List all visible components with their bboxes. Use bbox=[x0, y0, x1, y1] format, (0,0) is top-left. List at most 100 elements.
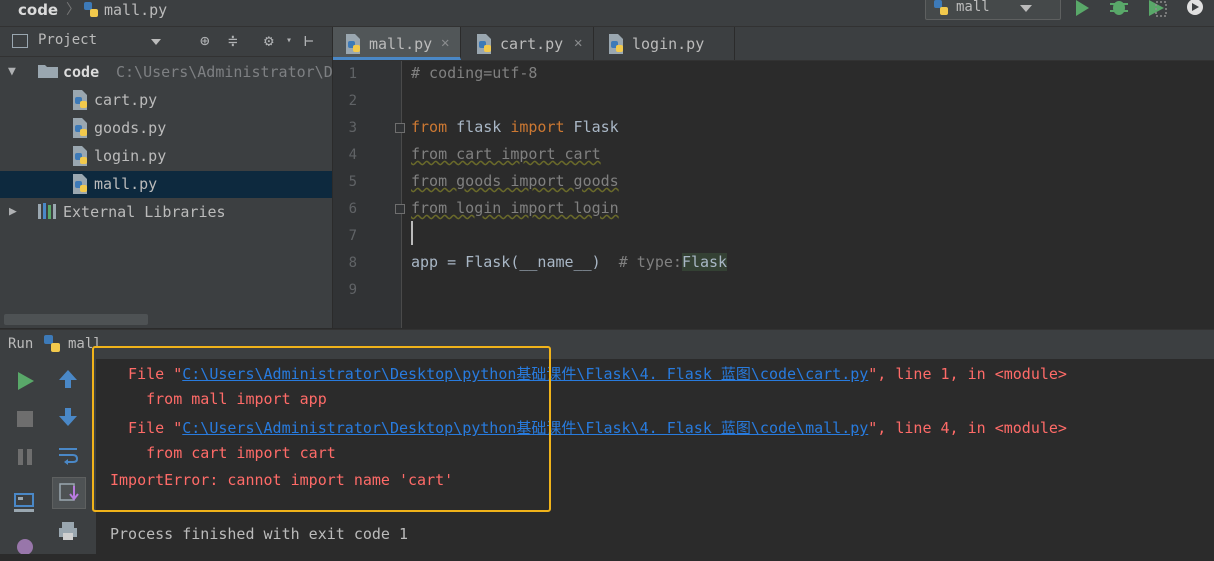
run-configuration-select[interactable]: mall bbox=[925, 0, 1061, 20]
tree-item-mall[interactable]: mall.py bbox=[0, 171, 332, 198]
chevron-down-icon[interactable] bbox=[151, 39, 161, 45]
folder-icon bbox=[37, 63, 58, 79]
code-line-5: from goods import goods bbox=[411, 172, 619, 190]
coverage-icon[interactable] bbox=[1146, 0, 1168, 20]
close-icon[interactable]: ✕ bbox=[574, 35, 582, 51]
console-text: ", line 1, in <module> bbox=[868, 365, 1067, 383]
file-name: mall.py bbox=[94, 175, 158, 193]
external-libraries-label: External Libraries bbox=[63, 203, 226, 221]
tree-root-code[interactable]: ▼ code C:\Users\Administrator\D bbox=[0, 59, 333, 86]
python-file-icon bbox=[343, 33, 363, 59]
code-line-6: from login import login bbox=[411, 199, 619, 217]
tab-mall-py[interactable]: mall.py ✕ bbox=[333, 27, 461, 60]
fold-marker-icon[interactable] bbox=[395, 204, 405, 214]
python-file-icon bbox=[82, 1, 100, 23]
line-number-gutter: 1 2 3 4 5 6 7 8 9 bbox=[333, 61, 402, 328]
root-folder-path: C:\Users\Administrator\D bbox=[116, 63, 333, 81]
line-number: 5 bbox=[348, 174, 357, 190]
restore-layout-icon[interactable] bbox=[11, 489, 37, 515]
rerun-icon[interactable] bbox=[13, 369, 39, 395]
profile-icon[interactable] bbox=[1184, 0, 1206, 20]
python-file-icon bbox=[70, 173, 90, 195]
console-text: ", line 4, in <module> bbox=[868, 419, 1067, 437]
import-name: Flask bbox=[564, 118, 619, 136]
line-number: 7 bbox=[348, 228, 357, 244]
tree-item-cart[interactable]: cart.py bbox=[0, 87, 332, 114]
scroll-up-icon[interactable] bbox=[56, 367, 82, 393]
keyword: from bbox=[411, 118, 448, 136]
hide-panel-icon[interactable]: ⊢ bbox=[304, 32, 314, 50]
chevron-down-icon bbox=[1020, 5, 1032, 12]
horizontal-scrollbar[interactable] bbox=[4, 314, 148, 325]
file-name: goods.py bbox=[94, 119, 167, 137]
console-exit-line: Process finished with exit code 1 bbox=[110, 525, 409, 543]
line-number: 8 bbox=[348, 255, 357, 271]
run-configuration-label: mall bbox=[956, 0, 990, 15]
line-number: 9 bbox=[348, 282, 357, 298]
code-editor[interactable]: 1 2 3 4 5 6 7 8 9 # coding=utf-8 from fl… bbox=[333, 61, 1214, 328]
stop-icon[interactable] bbox=[13, 407, 39, 433]
print-icon[interactable] bbox=[56, 519, 82, 545]
expand-arrow-icon[interactable]: ▶ bbox=[9, 204, 17, 219]
module-name: flask bbox=[447, 118, 511, 136]
project-header: Project ⊕ ≑ ⚙ ▾ ⊢ bbox=[0, 27, 332, 57]
highlight-annotation-box bbox=[92, 346, 551, 512]
keyword: import bbox=[510, 118, 565, 136]
soft-wrap-icon[interactable] bbox=[56, 443, 82, 469]
python-file-icon bbox=[70, 89, 90, 111]
collapse-all-icon[interactable]: ≑ bbox=[228, 32, 238, 50]
tab-cart-py[interactable]: cart.py ✕ bbox=[462, 27, 594, 60]
scroll-to-end-icon[interactable] bbox=[52, 477, 86, 509]
tab-label: cart.py bbox=[500, 35, 564, 53]
tab-label: login.py bbox=[632, 35, 705, 53]
breadcrumb-separator: 〉 bbox=[66, 2, 80, 18]
close-icon[interactable]: ✕ bbox=[441, 35, 449, 51]
code-line-1: # coding=utf-8 bbox=[411, 64, 538, 82]
code-text: app = Flask(__name__) bbox=[411, 253, 619, 271]
gear-icon[interactable]: ⚙ bbox=[264, 32, 274, 50]
run-icon[interactable] bbox=[1072, 0, 1094, 20]
project-view-label[interactable]: Project bbox=[38, 32, 97, 48]
run-panel-label: Run bbox=[8, 336, 34, 352]
tree-item-external-libraries[interactable]: ▶ External Libraries bbox=[0, 199, 332, 226]
tree-item-login[interactable]: login.py bbox=[0, 143, 332, 170]
editor-tab-bar: mall.py ✕ cart.py ✕ login.py bbox=[333, 27, 1214, 61]
line-number: 1 bbox=[348, 66, 357, 82]
python-file-icon bbox=[70, 145, 90, 167]
text-caret bbox=[411, 221, 413, 245]
chevron-down-icon[interactable]: ▾ bbox=[286, 32, 292, 50]
python-config-icon bbox=[932, 0, 950, 21]
type-hint-comment: # type: bbox=[618, 253, 682, 271]
root-folder-name: code bbox=[63, 63, 100, 81]
expand-arrow-icon[interactable]: ▼ bbox=[8, 64, 16, 79]
settings-icon[interactable] bbox=[13, 535, 39, 561]
library-icon bbox=[37, 202, 59, 224]
python-file-icon bbox=[70, 117, 90, 139]
tab-label: mall.py bbox=[369, 35, 433, 53]
line-number: 2 bbox=[348, 93, 357, 109]
pause-icon[interactable] bbox=[13, 445, 39, 471]
tab-login-py[interactable]: login.py bbox=[594, 27, 735, 60]
tree-item-goods[interactable]: goods.py bbox=[0, 115, 332, 142]
debug-icon[interactable] bbox=[1108, 0, 1130, 20]
python-config-icon bbox=[42, 334, 62, 358]
breadcrumb-root[interactable]: code bbox=[18, 0, 58, 20]
scroll-down-icon[interactable] bbox=[56, 405, 82, 431]
file-name: cart.py bbox=[94, 91, 158, 109]
code-line-4: from cart import cart bbox=[411, 145, 601, 163]
locate-icon[interactable]: ⊕ bbox=[200, 32, 210, 50]
line-number: 3 bbox=[348, 120, 357, 136]
project-panel: Project ⊕ ≑ ⚙ ▾ ⊢ ▼ code C:\Users\Admini… bbox=[0, 27, 333, 328]
python-file-icon bbox=[606, 33, 626, 59]
navigation-bar: code 〉 mall.py mall bbox=[0, 0, 1214, 27]
code-line-3: from flask import Flask bbox=[411, 118, 619, 136]
line-number: 4 bbox=[348, 147, 357, 163]
python-file-icon bbox=[474, 33, 494, 59]
run-toolbar bbox=[0, 359, 96, 555]
project-view-icon bbox=[12, 34, 28, 48]
fold-marker-icon[interactable] bbox=[395, 123, 405, 133]
line-number: 6 bbox=[348, 201, 357, 217]
breadcrumb-file[interactable]: mall.py bbox=[104, 0, 167, 20]
type-hint-type: Flask bbox=[681, 253, 728, 271]
code-line-8: app = Flask(__name__) # type:Flask bbox=[411, 253, 728, 271]
